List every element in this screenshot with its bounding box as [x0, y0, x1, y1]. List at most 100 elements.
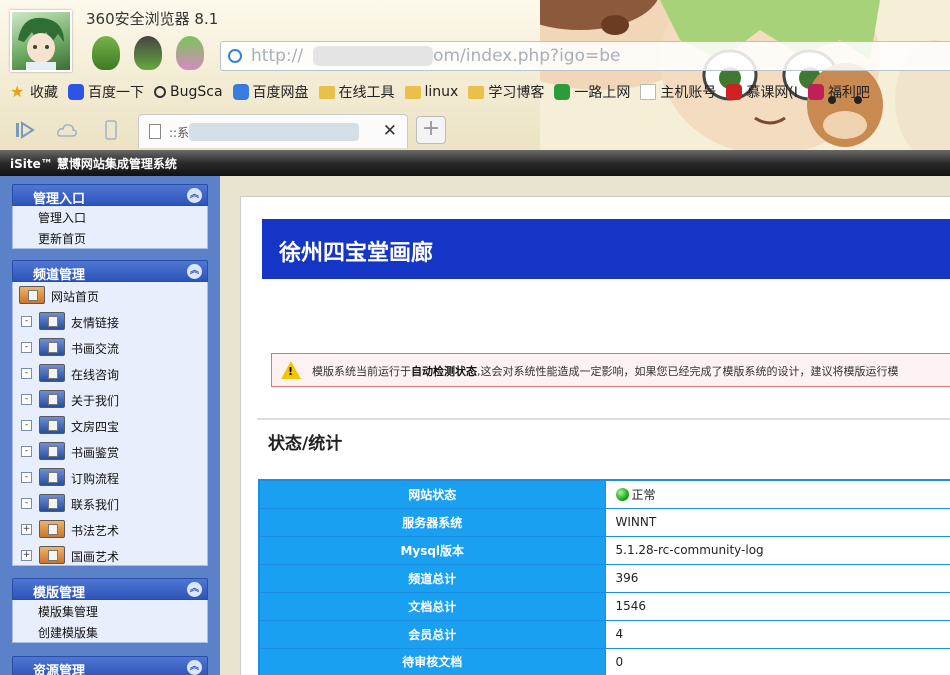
sidebar-toggle-icon[interactable]: [14, 120, 36, 140]
stat-key: 文档总计: [258, 591, 606, 621]
chevron-collapse-icon[interactable]: ︽: [187, 188, 202, 203]
collapse-icon[interactable]: -: [21, 316, 32, 327]
main-area: 徐州四宝堂画廊 ! 模版系统当前运行于自动检测状态,这会对系统性能造成一定影响，…: [220, 176, 950, 675]
redacted-title-blur: [189, 123, 359, 141]
site-name: 徐州四宝堂画廊: [279, 240, 434, 266]
folder-icon: [19, 286, 45, 304]
warning-text: 模版系统当前运行于自动检测状态,这会对系统性能造成一定影响，如果您已经完成了模版…: [312, 365, 899, 378]
bookmark-item[interactable]: BugSca: [154, 80, 223, 104]
tab-bar: ::系 ✕ +: [0, 112, 950, 150]
tree-root[interactable]: 网站首页: [13, 282, 207, 308]
sidebar-link[interactable]: 模版集管理: [13, 600, 207, 621]
bookmark-item[interactable]: 在线工具: [318, 80, 395, 104]
close-icon[interactable]: ✕: [383, 121, 397, 141]
stat-value: 396: [615, 571, 639, 585]
bookmark-item[interactable]: 百度网盘: [232, 80, 309, 104]
collapse-icon[interactable]: -: [21, 342, 32, 353]
tree-item[interactable]: - 文房四宝: [13, 412, 207, 438]
sidebar-link[interactable]: 管理入口: [13, 206, 207, 227]
tab-active[interactable]: ::系 ✕: [138, 114, 408, 148]
panel-header[interactable]: 资源管理 ︽: [12, 656, 208, 675]
tree-item[interactable]: - 书画鉴赏: [13, 438, 207, 464]
mascot-icon[interactable]: [134, 36, 162, 70]
phone-icon[interactable]: [100, 120, 122, 140]
bookmark-label: BugSca: [170, 84, 223, 100]
bookmark-label: 百度网盘: [252, 85, 309, 101]
tree-item[interactable]: + 书法艺术: [13, 516, 207, 542]
table-row: 待审核文档 0: [258, 647, 950, 675]
folder-icon: [39, 494, 65, 512]
mascot-icon[interactable]: [176, 36, 204, 70]
folder-icon: [39, 312, 65, 330]
panel-title: 资源管理: [33, 664, 86, 675]
tab-title: ::系: [169, 126, 190, 140]
cloud-icon[interactable]: [56, 120, 78, 140]
collapse-icon[interactable]: -: [21, 472, 32, 483]
stat-value-cell: 正常: [604, 479, 950, 509]
bookmark-label: 一路上网: [574, 85, 631, 101]
bookmark-item[interactable]: 一路上网: [554, 80, 630, 104]
table-row: Mysql版本 5.1.28-rc-community-log: [258, 535, 950, 565]
collapse-icon[interactable]: -: [21, 498, 32, 509]
mascot-icon[interactable]: [92, 36, 120, 70]
folder-icon: [39, 338, 65, 356]
chevron-collapse-icon[interactable]: ︽: [187, 582, 202, 597]
tree-item[interactable]: - 联系我们: [13, 490, 207, 516]
bookmark-item[interactable]: 主机账号: [640, 80, 716, 104]
address-bar[interactable]: http://om/index.php?igo=be: [220, 41, 950, 71]
stat-value-cell: 1546: [604, 591, 950, 621]
sidebar-link[interactable]: 更新首页: [13, 227, 207, 248]
stat-value: WINNT: [615, 515, 657, 529]
tree-label: 书画交流: [71, 342, 120, 356]
bookmark-label: 学习博客: [488, 85, 545, 101]
collapse-icon[interactable]: -: [21, 368, 32, 379]
panel-title: 频道管理: [33, 268, 86, 283]
app-header: iSite™ 慧博网站集成管理系统: [0, 150, 950, 176]
new-tab-button[interactable]: +: [416, 116, 446, 144]
table-row: 网站状态 正常: [258, 479, 950, 509]
collapse-icon[interactable]: -: [21, 394, 32, 405]
bookmark-item[interactable]: ★ 收藏: [10, 80, 58, 104]
tree-item[interactable]: - 书画交流: [13, 334, 207, 360]
tree-item[interactable]: - 关于我们: [13, 386, 207, 412]
tree-label: 友情链接: [71, 316, 120, 330]
collapse-icon[interactable]: -: [21, 446, 32, 457]
magnifier-icon: [154, 86, 166, 98]
stat-key: 待审核文档: [258, 647, 606, 675]
tree-item[interactable]: - 订购流程: [13, 464, 207, 490]
user-avatar[interactable]: [10, 10, 72, 72]
panel-channel-management: 频道管理 ︽ 网站首页 - 友情链接 - 书画交流 - 在线咨询 - 关于我们 - 文房四宝 - 书画…: [12, 260, 208, 566]
tree-item[interactable]: - 友情链接: [13, 308, 207, 334]
table-row: 服务器系统 WINNT: [258, 507, 950, 537]
expand-icon[interactable]: +: [21, 550, 32, 561]
panel-header[interactable]: 管理入口 ︽: [12, 184, 208, 207]
baidu-paw-icon: [68, 84, 84, 100]
chevron-collapse-icon[interactable]: ︽: [187, 264, 202, 279]
chevron-collapse-icon[interactable]: ︽: [187, 660, 202, 675]
expand-icon[interactable]: +: [21, 524, 32, 535]
tree-label: 国画艺术: [71, 550, 120, 564]
tree-label: 网站首页: [51, 290, 100, 304]
page-icon: [640, 84, 657, 100]
sidebar-link[interactable]: 创建模版集: [13, 621, 207, 642]
tree-item[interactable]: - 在线咨询: [13, 360, 207, 386]
bookmark-item[interactable]: 百度一下: [68, 80, 144, 104]
tree-item[interactable]: + 国画艺术: [13, 542, 207, 568]
warning-icon: !: [281, 361, 301, 379]
tree-label: 书法艺术: [71, 524, 120, 538]
stat-value: 5.1.28-rc-community-log: [615, 543, 764, 557]
collapse-icon[interactable]: -: [21, 420, 32, 431]
site-banner: 徐州四宝堂画廊: [262, 219, 950, 279]
folder-icon: [39, 468, 65, 486]
stats-table: 网站状态 正常 服务器系统 WINNT Mysql版本 5.1.28-rc-communi…: [258, 479, 950, 675]
bookmark-label: 主机账号: [660, 85, 717, 101]
panel-resource-management: 资源管理 ︽: [12, 656, 208, 675]
bookmark-item[interactable]: linux: [404, 80, 458, 104]
panel-header[interactable]: 模版管理 ︽: [12, 578, 208, 601]
panel-admin-entry: 管理入口 ︽ 管理入口 更新首页: [12, 184, 208, 249]
stat-key: Mysql版本: [258, 535, 606, 565]
bookmark-item[interactable]: 福利吧: [807, 80, 870, 104]
bookmark-item[interactable]: 学习博客: [468, 80, 544, 104]
bookmark-item[interactable]: 慕课网(I: [726, 80, 798, 104]
panel-header[interactable]: 频道管理 ︽: [12, 260, 208, 283]
